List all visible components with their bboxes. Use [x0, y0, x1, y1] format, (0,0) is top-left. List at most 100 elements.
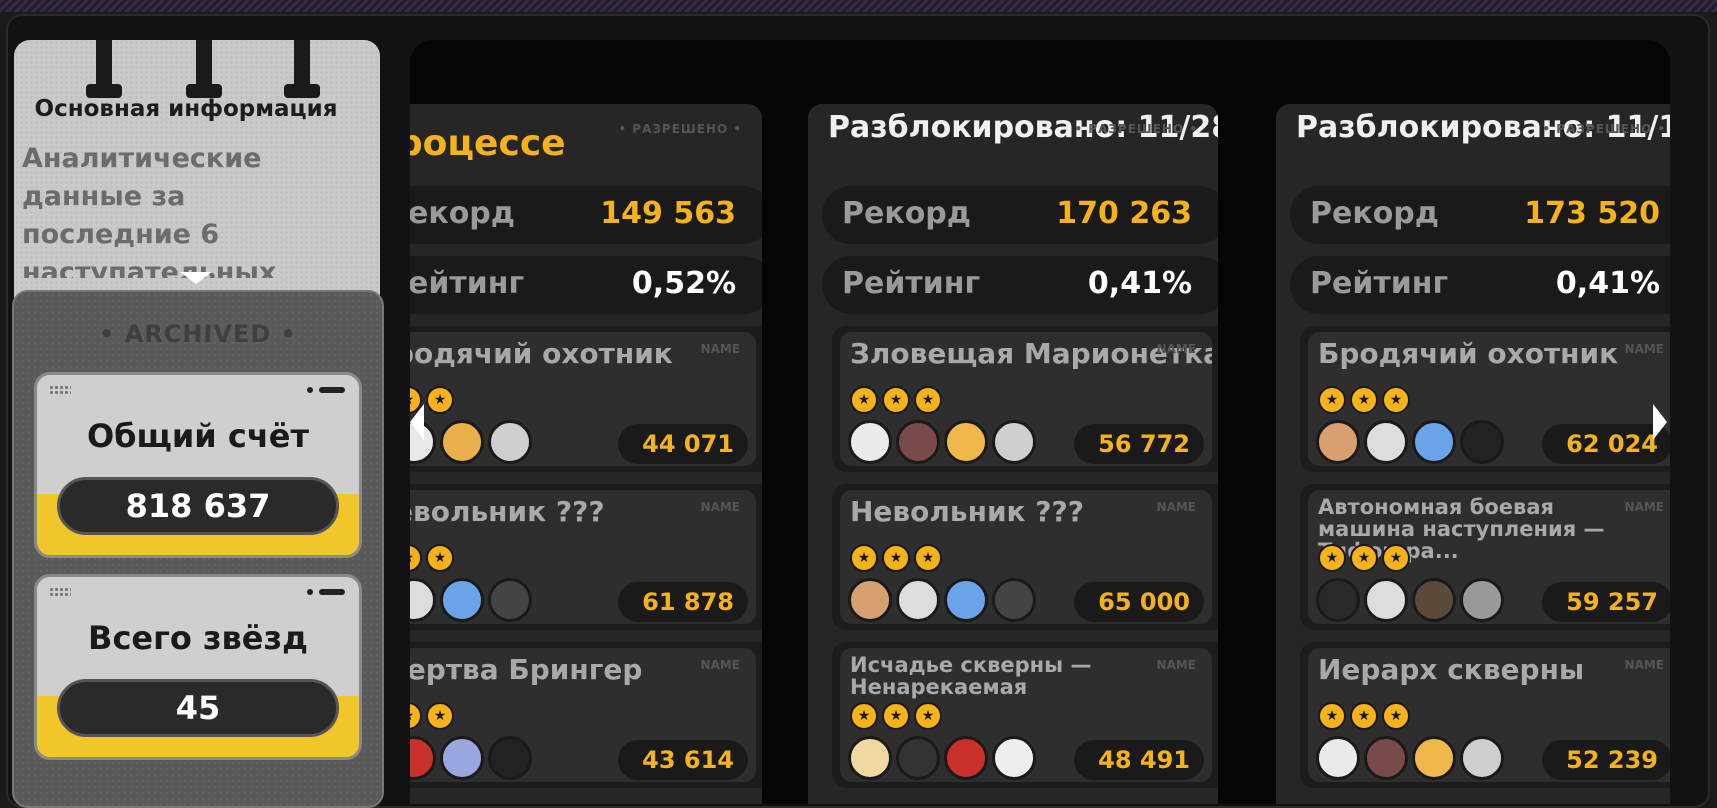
boss-score: 62 024 [1542, 424, 1670, 464]
star-icon: ★ [850, 544, 878, 572]
total-stars-title: Всего звёзд [88, 619, 308, 657]
boss-card[interactable]: Невольник ??? NAME ★ ★ ★ 65 000 [832, 484, 1218, 630]
boss-card[interactable]: (ертва Брингер NAME ★★ 43 614 [410, 642, 762, 788]
avatar[interactable] [1316, 736, 1360, 780]
star-icon: ★ [850, 702, 878, 730]
boss-card-inner: (ертва Брингер NAME ★★ 43 614 [410, 648, 756, 782]
avatar[interactable] [896, 736, 940, 780]
avatar[interactable] [944, 736, 988, 780]
avatar[interactable] [1412, 736, 1456, 780]
avatar[interactable] [992, 420, 1036, 464]
star-icon: ★ [410, 702, 422, 730]
record-label: Рекорд [842, 196, 972, 231]
record-label: Рекорд [1310, 196, 1440, 231]
boss-score: 61 878 [618, 582, 748, 622]
boss-card[interactable]: Бродячий охотник NAME ★ ★ ★ 62 024 [1300, 326, 1670, 472]
boss-card-inner: Исчадье скверны — Ненарекаемая NAME ★ ★ ★ 48 … [840, 648, 1212, 782]
avatar[interactable] [410, 736, 436, 780]
boss-card-inner: евольник ??? NAME ★★ 61 878 [410, 490, 756, 624]
avatar[interactable] [1364, 736, 1408, 780]
avatar[interactable] [488, 578, 532, 622]
boss-card[interactable]: Автономная боевая машина наступления — Т… [1300, 484, 1670, 630]
star-icon: ★ [914, 386, 942, 414]
avatar[interactable] [1316, 578, 1360, 622]
record-value: 149 563 [600, 196, 736, 231]
star-icon: ★ [1318, 702, 1346, 730]
avatar[interactable] [488, 420, 532, 464]
rating-value: 0,41% [1087, 266, 1192, 301]
avatar[interactable] [944, 420, 988, 464]
boss-name: Невольник ??? [850, 495, 1085, 528]
record-label: Рекорд [410, 196, 516, 231]
expand-arrow-icon[interactable] [180, 272, 212, 284]
boss-card[interactable]: Зловещая Марионетка NAME ★ ★ ★ 56 772 [832, 326, 1218, 472]
team-avatars [1316, 420, 1508, 466]
star-rating: ★★ [410, 544, 458, 572]
rating-row: Рейтинг 0,52% [410, 256, 762, 314]
card-dot-icon [307, 387, 313, 393]
prev-arrow-icon[interactable] [410, 404, 424, 440]
avatar[interactable] [440, 420, 484, 464]
avatar[interactable] [896, 578, 940, 622]
star-icon: ★ [882, 544, 910, 572]
boss-card[interactable]: евольник ??? NAME ★★ 61 878 [410, 484, 762, 630]
star-icon: ★ [882, 702, 910, 730]
star-icon: ★ [426, 544, 454, 572]
boss-card[interactable]: Исчадье скверны — Ненарекаемая NAME ★ ★ ★ 48 … [832, 642, 1218, 788]
avatar[interactable] [488, 736, 532, 780]
avatar[interactable] [848, 736, 892, 780]
avatar[interactable] [992, 736, 1036, 780]
star-icon: ★ [1382, 544, 1410, 572]
archive-panel: • ARCHIVED • Общий счёт 818 637 Всего зв… [12, 290, 384, 808]
avatar[interactable] [848, 420, 892, 464]
boss-card-inner: родячий охотникNAME★★44 071 [410, 332, 756, 466]
boss-card[interactable]: Иерарх скверны NAME ★ ★ ★ 52 239 [1300, 642, 1670, 788]
name-tag: NAME [1156, 500, 1196, 514]
boss-score: 48 491 [1074, 740, 1204, 780]
name-tag: NAME [1624, 658, 1664, 672]
star-icon: ★ [410, 544, 422, 572]
avatar[interactable] [1412, 578, 1456, 622]
avatar[interactable] [992, 578, 1036, 622]
name-tag: NAME [1624, 342, 1664, 356]
avatar[interactable] [1316, 420, 1360, 464]
avatar[interactable] [1460, 420, 1504, 464]
top-decorative-strip [0, 0, 1717, 12]
card-pill-icon [319, 387, 345, 393]
next-arrow-icon[interactable] [1653, 404, 1667, 440]
avatar[interactable] [1364, 578, 1408, 622]
star-rating: ★ ★ ★ [850, 386, 946, 414]
avatar[interactable] [848, 578, 892, 622]
card-dots-icon [49, 385, 71, 395]
card-dots-icon [49, 587, 71, 597]
record-value: 170 263 [1056, 196, 1192, 231]
record-row: Рекорд 149 563 [410, 186, 762, 244]
avatar[interactable] [944, 578, 988, 622]
star-icon: ★ [914, 544, 942, 572]
boss-name: (ертва Брингер [410, 653, 643, 686]
boss-card-inner: Зловещая Марионетка NAME ★ ★ ★ 56 772 [840, 332, 1212, 466]
avatar[interactable] [1412, 420, 1456, 464]
info-description: Аналитические данные за последние 6 наст… [22, 143, 277, 278]
avatar[interactable] [1460, 578, 1504, 622]
total-score-card: Общий счёт 818 637 [34, 372, 362, 558]
avatar[interactable] [440, 736, 484, 780]
avatar[interactable] [896, 420, 940, 464]
star-rating: ★ ★ ★ [850, 702, 946, 730]
team-avatars [410, 578, 536, 624]
total-score-value: 818 637 [57, 477, 339, 535]
star-rating: ★ ★ ★ [1318, 544, 1414, 572]
boss-score: 59 257 [1542, 582, 1670, 622]
info-title: Основная информация [34, 96, 338, 122]
record-value: 173 520 [1524, 196, 1660, 231]
avatar[interactable] [410, 578, 436, 622]
boss-card[interactable]: родячий охотникNAME★★44 071 [410, 326, 762, 472]
name-tag: NAME [700, 500, 740, 514]
name-tag: NAME [1156, 342, 1196, 356]
avatar[interactable] [440, 578, 484, 622]
boss-card-inner: Автономная боевая машина наступления — Т… [1308, 490, 1670, 624]
season-column: Разблокировано: 11/28 • РАЗРЕШЕНО • Рекорд… [808, 104, 1218, 804]
avatar[interactable] [1364, 420, 1408, 464]
avatar[interactable] [1460, 736, 1504, 780]
name-tag: NAME [1156, 658, 1196, 672]
